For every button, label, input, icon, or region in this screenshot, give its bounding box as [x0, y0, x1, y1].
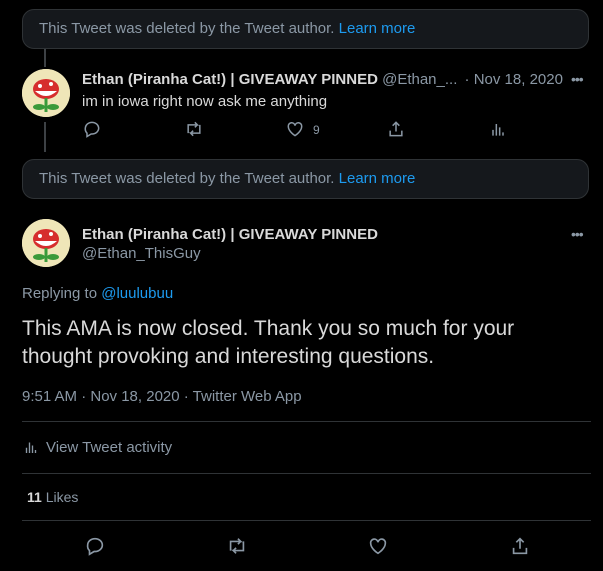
deleted-notice-text: This Tweet was deleted by the Tweet auth…	[39, 20, 335, 37]
retweet-icon[interactable]	[184, 119, 204, 139]
replying-to-handle-link[interactable]: @luulubuu	[101, 285, 173, 302]
deleted-tweet-notice: This Tweet was deleted by the Tweet auth…	[22, 159, 589, 199]
main-tweet-text: This AMA is now closed. Thank you so muc…	[22, 317, 515, 368]
likes-label: Likes	[45, 489, 79, 505]
learn-more-link[interactable]: Learn more	[339, 20, 416, 37]
analytics-icon[interactable]	[488, 119, 508, 139]
display-name[interactable]: Ethan (Piranha Cat!) | GIVEAWAY PINNED	[82, 226, 378, 243]
view-tweet-activity[interactable]: View Tweet activity	[22, 438, 172, 456]
view-activity-label: View Tweet activity	[46, 438, 173, 456]
learn-more-link[interactable]: Learn more	[339, 170, 416, 187]
replying-to-label: Replying to	[22, 285, 98, 302]
retweet-icon[interactable]	[226, 535, 248, 557]
likes-count: 11	[27, 489, 42, 505]
thread-line	[44, 49, 46, 67]
like-count: 9	[313, 123, 320, 137]
divider	[22, 520, 591, 521]
replying-to: Replying to @luulubuu	[22, 285, 173, 302]
reply-icon[interactable]	[84, 535, 106, 557]
deleted-notice-text: This Tweet was deleted by the Tweet auth…	[39, 170, 335, 187]
share-icon[interactable]	[509, 535, 531, 557]
tweet-timestamp[interactable]: 9:51 AM · Nov 18, 2020 · Twitter Web App	[22, 388, 302, 405]
like-icon[interactable]	[367, 535, 389, 557]
divider	[22, 473, 591, 474]
tweet-header: Ethan (Piranha Cat!) | GIVEAWAY PINNED @…	[82, 71, 563, 88]
piranha-plant-avatar-icon	[22, 69, 70, 117]
user-handle[interactable]: @Ethan_...	[382, 71, 457, 88]
display-name[interactable]: Ethan (Piranha Cat!) | GIVEAWAY PINNED	[82, 71, 378, 88]
more-options-icon[interactable]: •••	[571, 226, 589, 242]
avatar[interactable]	[22, 219, 70, 267]
piranha-plant-avatar-icon	[22, 219, 70, 267]
divider	[22, 421, 591, 422]
tweet-date[interactable]: · Nov 18, 2020	[465, 71, 563, 88]
like-icon[interactable]	[285, 119, 305, 139]
reply-icon[interactable]	[82, 119, 102, 139]
thread-line	[44, 122, 46, 152]
avatar[interactable]	[22, 69, 70, 117]
more-options-icon[interactable]: •••	[571, 71, 589, 87]
tweet-text: im in iowa right now ask me anything	[82, 93, 328, 110]
analytics-icon	[22, 438, 40, 456]
deleted-tweet-notice: This Tweet was deleted by the Tweet auth…	[22, 9, 589, 49]
likes-stat[interactable]: 11 Likes	[27, 489, 78, 505]
user-handle[interactable]: @Ethan_ThisGuy	[82, 245, 201, 262]
share-icon[interactable]	[386, 119, 406, 139]
